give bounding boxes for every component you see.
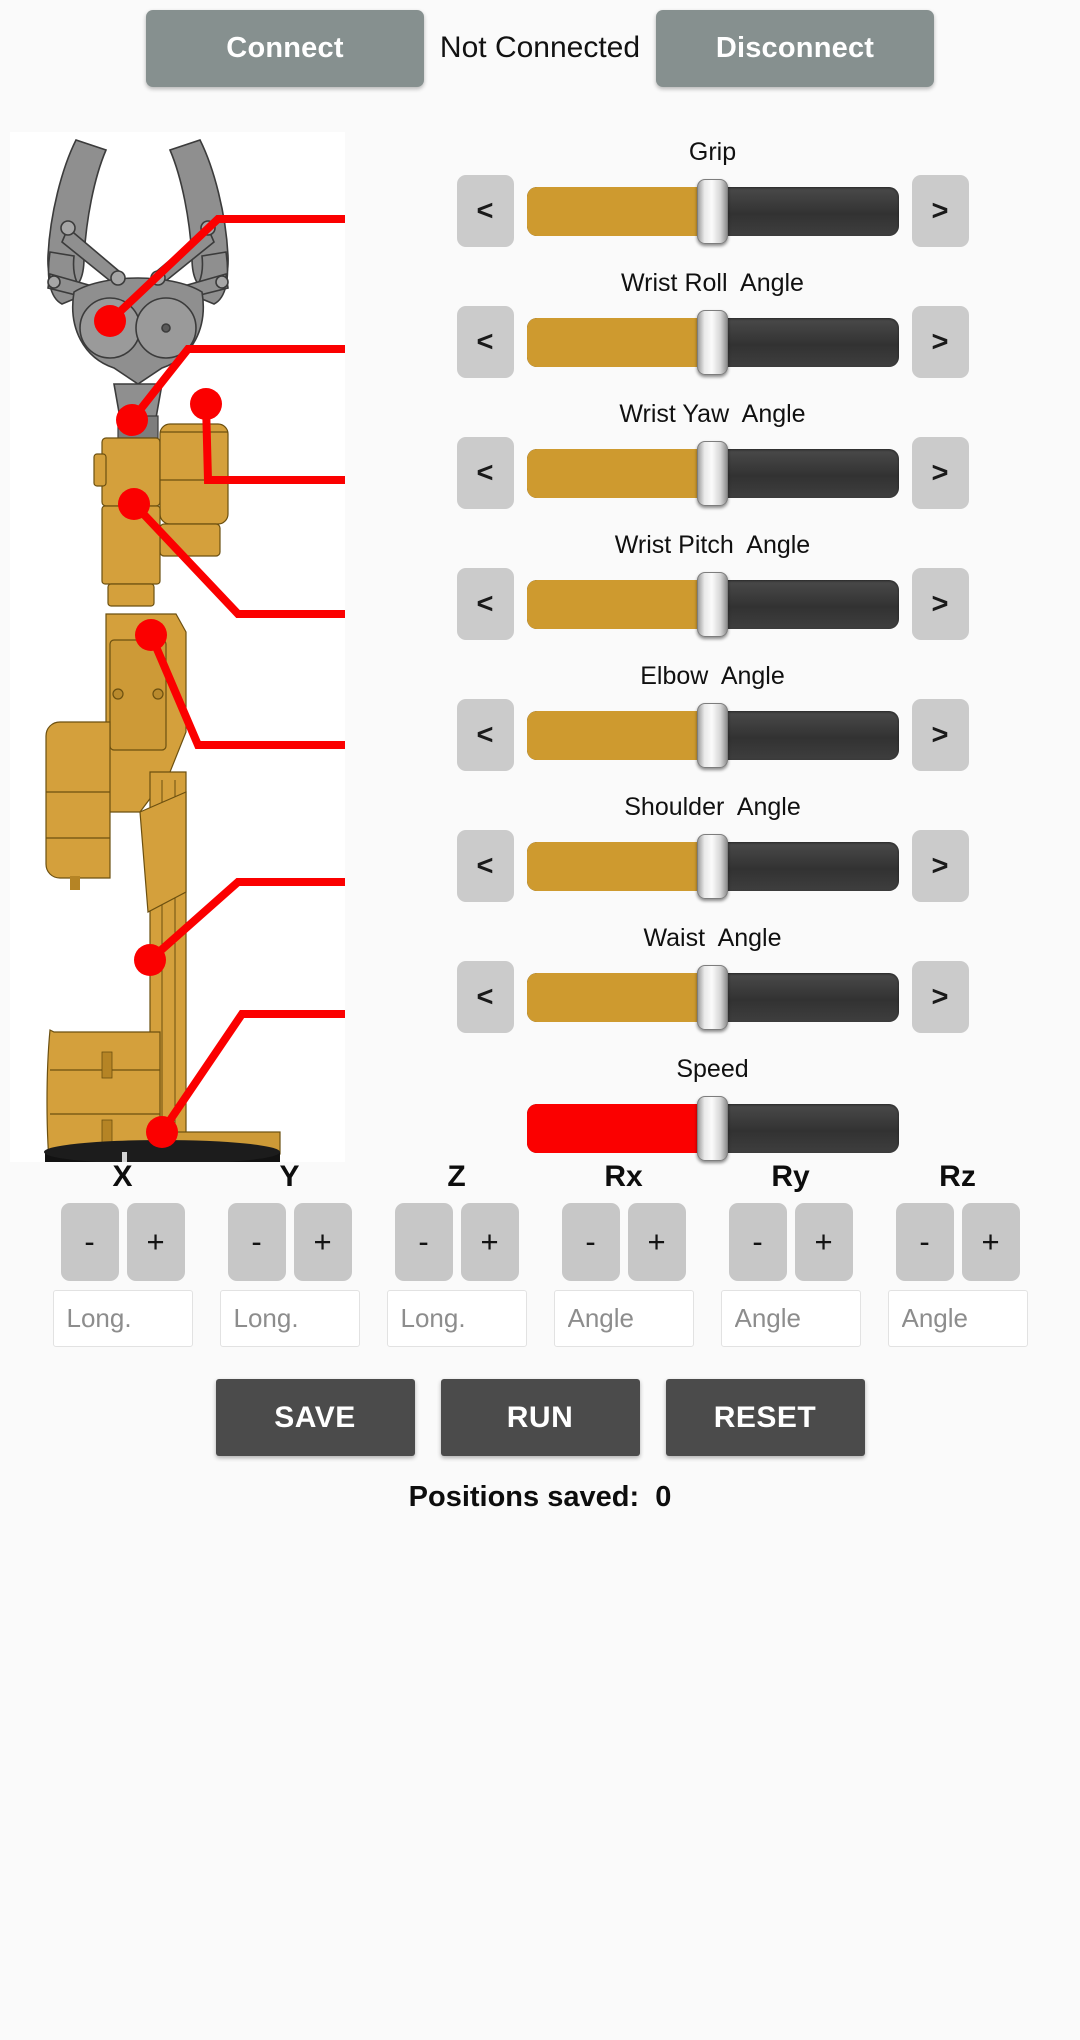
save-button[interactable]: SAVE	[215, 1379, 415, 1456]
wrist-roll-increment-button[interactable]: >	[911, 306, 969, 378]
shoulder-slider[interactable]	[526, 833, 899, 899]
waist-decrement-button[interactable]: <	[456, 961, 514, 1033]
robot-arm-svg	[10, 132, 345, 1162]
wrist-yaw-increment-button[interactable]: >	[911, 437, 969, 509]
axis-column-z: Z - +	[380, 1160, 533, 1347]
slider-thumb[interactable]	[696, 964, 728, 1030]
slider-thumb[interactable]	[696, 1095, 728, 1161]
run-button[interactable]: RUN	[440, 1379, 640, 1456]
slider-row-shoulder: Shoulder Angle < >	[345, 787, 1080, 918]
slider-row-grip: Grip < >	[345, 132, 1080, 263]
rz-plus-button[interactable]: +	[961, 1203, 1020, 1281]
slider-thumb[interactable]	[696, 571, 728, 637]
slider-label: Speed	[676, 1055, 749, 1083]
slider-label: Waist Angle	[643, 924, 782, 952]
disconnect-button[interactable]: Disconnect	[656, 9, 934, 87]
wrist-roll-slider[interactable]	[526, 309, 899, 375]
axis-column-y: Y - +	[213, 1160, 366, 1347]
slider-label: Wrist Roll Angle	[621, 269, 804, 297]
y-input[interactable]	[219, 1290, 360, 1347]
slider-label: Shoulder Angle	[624, 793, 801, 821]
slider-fill	[526, 841, 713, 891]
rx-input[interactable]	[553, 1290, 694, 1347]
slider-thumb[interactable]	[696, 702, 728, 768]
slider-fill	[526, 186, 713, 236]
axis-column-ry: Ry - +	[714, 1160, 867, 1347]
grip-increment-button[interactable]: >	[911, 175, 969, 247]
wrist-yaw-decrement-button[interactable]: <	[456, 437, 514, 509]
robot-arm-image	[10, 132, 345, 1162]
connect-button[interactable]: Connect	[146, 9, 424, 87]
z-input[interactable]	[386, 1290, 527, 1347]
slider-thumb[interactable]	[696, 309, 728, 375]
slider-row-wrist-yaw: Wrist Yaw Angle < >	[345, 394, 1080, 525]
x-plus-button[interactable]: +	[126, 1203, 185, 1281]
speed-slider[interactable]	[526, 1095, 899, 1161]
connection-status: Not Connected	[439, 31, 641, 64]
slider-row-speed: Speed	[345, 1049, 1080, 1180]
joint-slider-list: Grip < > Wrist Roll Angle < > Wrist Yaw …	[345, 132, 1080, 1161]
rz-input[interactable]	[887, 1290, 1028, 1347]
slider-fill	[526, 448, 713, 498]
shoulder-decrement-button[interactable]: <	[456, 830, 514, 902]
rx-plus-button[interactable]: +	[627, 1203, 686, 1281]
wrist-roll-decrement-button[interactable]: <	[456, 306, 514, 378]
axis-column-rx: Rx - +	[547, 1160, 700, 1347]
ry-input[interactable]	[720, 1290, 861, 1347]
slider-row-wrist-roll: Wrist Roll Angle < >	[345, 263, 1080, 394]
wrist-pitch-decrement-button[interactable]: <	[456, 568, 514, 640]
y-minus-button[interactable]: -	[227, 1203, 286, 1281]
elbow-increment-button[interactable]: >	[911, 699, 969, 771]
slider-label: Grip	[688, 138, 737, 166]
axis-label: Y	[279, 1160, 300, 1193]
slider-fill	[526, 579, 713, 629]
axis-column-x: X - +	[46, 1160, 199, 1347]
grip-decrement-button[interactable]: <	[456, 175, 514, 247]
connection-bar: Connect Not Connected Disconnect	[0, 0, 1080, 96]
x-minus-button[interactable]: -	[60, 1203, 119, 1281]
elbow-decrement-button[interactable]: <	[456, 699, 514, 771]
axis-label: X	[112, 1160, 133, 1193]
y-plus-button[interactable]: +	[293, 1203, 352, 1281]
ry-minus-button[interactable]: -	[728, 1203, 787, 1281]
slider-label: Wrist Pitch Angle	[614, 531, 811, 559]
rx-minus-button[interactable]: -	[561, 1203, 620, 1281]
slider-fill	[526, 972, 713, 1022]
wrist-yaw-slider[interactable]	[526, 440, 899, 506]
slider-thumb[interactable]	[696, 833, 728, 899]
positions-saved-status: Positions saved: 0	[408, 1481, 672, 1513]
elbow-slider[interactable]	[526, 702, 899, 768]
grip-slider[interactable]	[526, 178, 899, 244]
slider-fill	[526, 317, 713, 367]
slider-label: Wrist Yaw Angle	[619, 400, 806, 428]
slider-fill	[526, 1103, 713, 1153]
ry-plus-button[interactable]: +	[794, 1203, 853, 1281]
waist-slider[interactable]	[526, 964, 899, 1030]
wrist-pitch-increment-button[interactable]: >	[911, 568, 969, 640]
x-input[interactable]	[52, 1290, 193, 1347]
slider-label: Elbow Angle	[640, 662, 785, 690]
action-button-row: SAVE RUN RESET	[0, 1347, 1080, 1456]
wrist-pitch-slider[interactable]	[526, 571, 899, 637]
rz-minus-button[interactable]: -	[895, 1203, 954, 1281]
slider-thumb[interactable]	[696, 178, 728, 244]
slider-row-wrist-pitch: Wrist Pitch Angle < >	[345, 525, 1080, 656]
waist-increment-button[interactable]: >	[911, 961, 969, 1033]
slider-row-waist: Waist Angle < >	[345, 918, 1080, 1049]
shoulder-increment-button[interactable]: >	[911, 830, 969, 902]
axis-column-rz: Rz - +	[881, 1160, 1034, 1347]
reset-button[interactable]: RESET	[665, 1379, 865, 1456]
z-minus-button[interactable]: -	[394, 1203, 453, 1281]
slider-fill	[526, 710, 713, 760]
main-body: Grip < > Wrist Roll Angle < > Wrist Yaw …	[0, 96, 1080, 1162]
slider-thumb[interactable]	[696, 440, 728, 506]
slider-row-elbow: Elbow Angle < >	[345, 656, 1080, 787]
z-plus-button[interactable]: +	[460, 1203, 519, 1281]
